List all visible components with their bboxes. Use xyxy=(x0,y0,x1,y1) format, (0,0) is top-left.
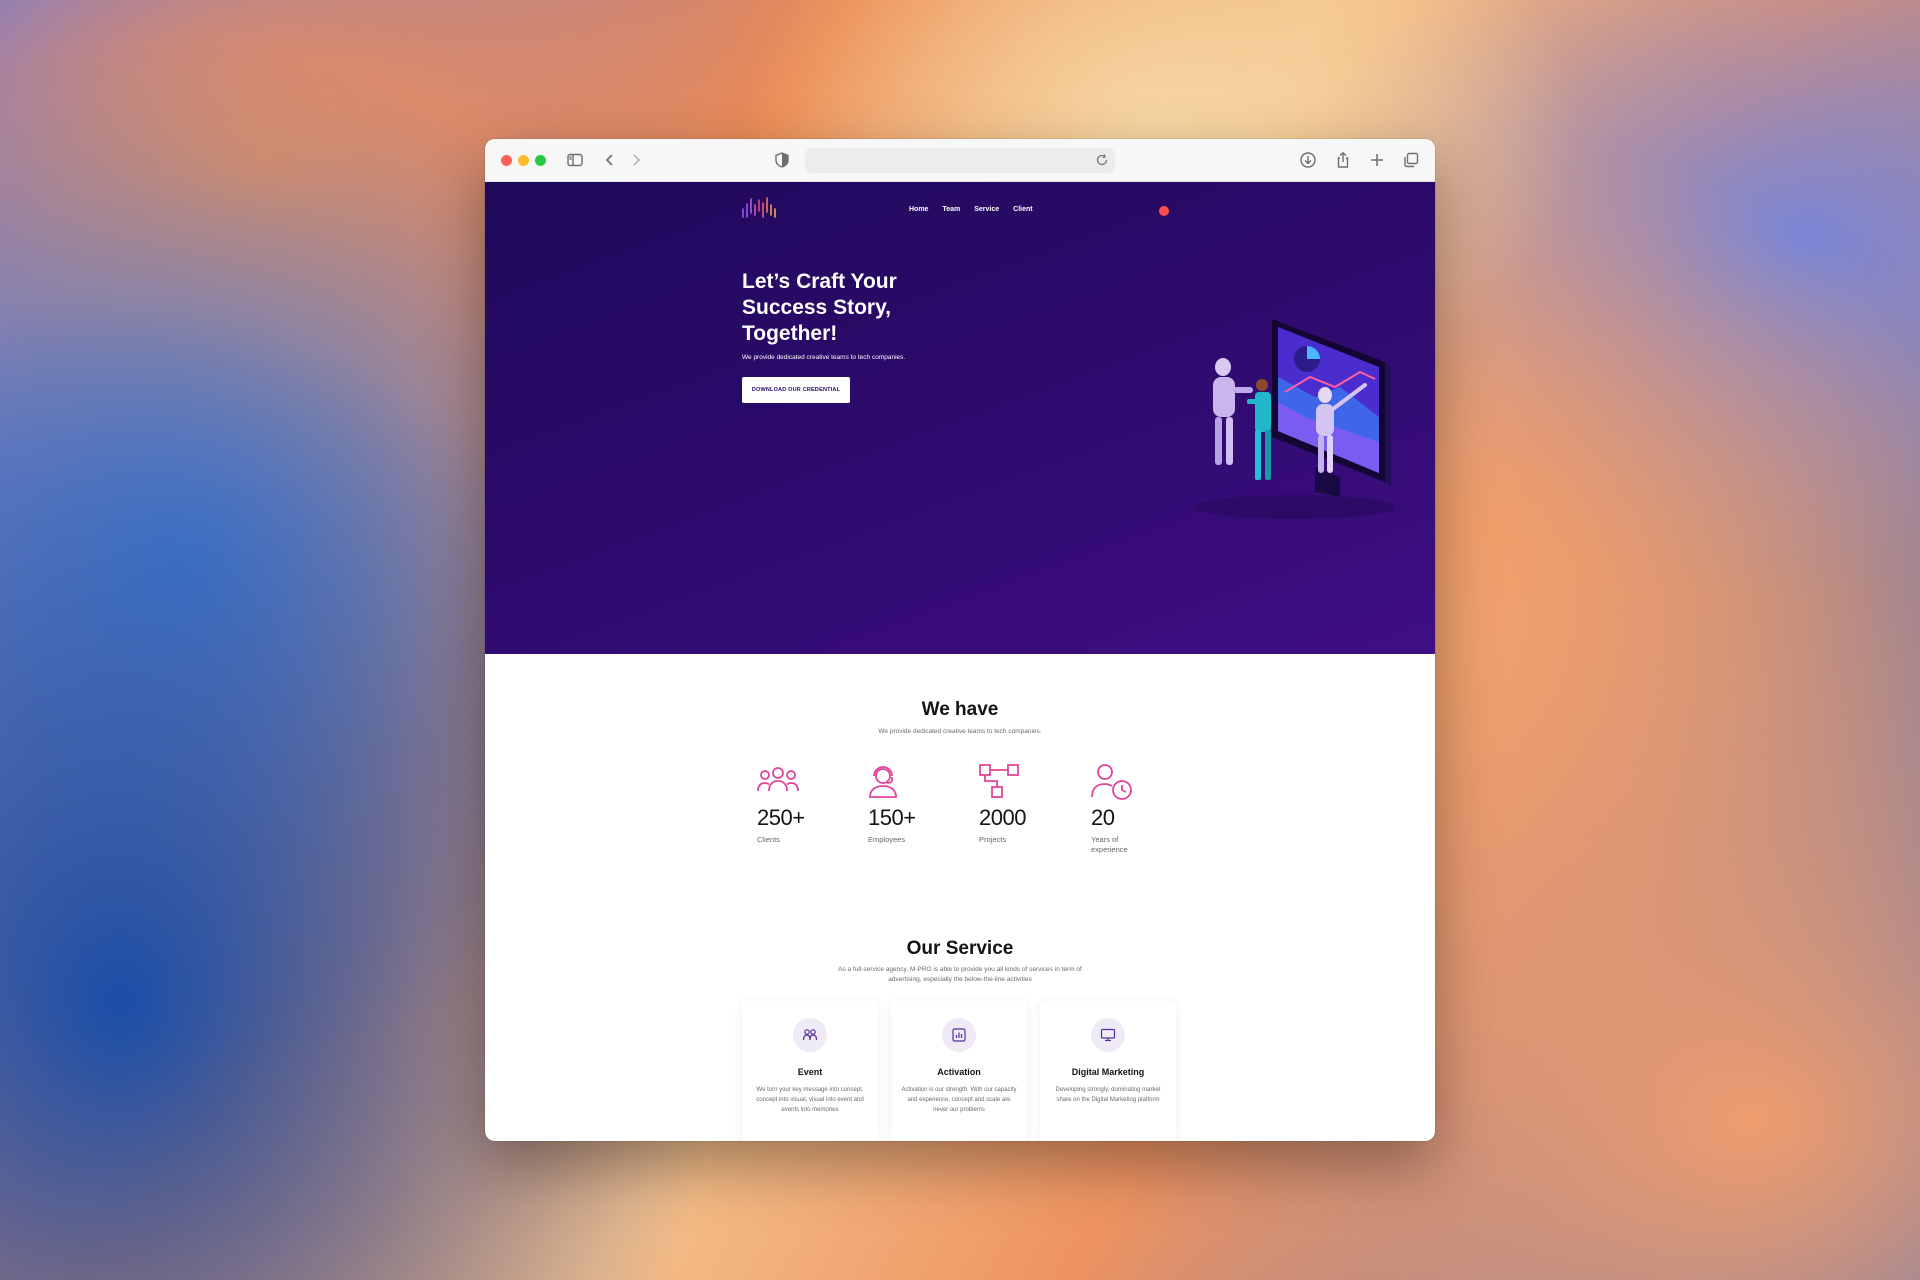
service-card-event[interactable]: Event We turn your key message into conc… xyxy=(742,1001,878,1141)
service-event-title: Event xyxy=(797,1067,823,1077)
address-bar[interactable] xyxy=(805,148,1115,173)
service-digital-desc: Developing strongly, dominating market s… xyxy=(1055,1087,1161,1103)
close-window-button[interactable] xyxy=(501,155,512,166)
site-logo[interactable] xyxy=(739,195,779,225)
stat-employees-label: Employees xyxy=(868,835,906,844)
people-icon xyxy=(802,1029,818,1041)
minimize-window-button[interactable] xyxy=(518,155,529,166)
stat-employees-value: 150+ xyxy=(868,805,916,830)
share-icon[interactable] xyxy=(1333,150,1353,170)
reload-icon[interactable] xyxy=(1094,152,1110,168)
service-activation-badge xyxy=(942,1018,976,1052)
download-credential-button[interactable]: DOWNLOAD OUR CREDENTIAL xyxy=(742,377,850,403)
forward-icon[interactable] xyxy=(626,150,646,170)
sidebar-icon[interactable] xyxy=(565,150,585,170)
service-digital-title: Digital Marketing xyxy=(1071,1067,1145,1077)
stat-clients-value: 250+ xyxy=(757,805,805,830)
person-illustration xyxy=(1247,379,1271,480)
hero-section: Home Team Service Client Let’s Craft You… xyxy=(485,182,1435,654)
services-subtitle-line1: As a full-service agency, M-PRO is able … xyxy=(838,966,1082,973)
nav-service[interactable]: Service xyxy=(974,206,999,213)
services-subtitle-line2: advertising, especially the below-the-li… xyxy=(888,976,1032,983)
stat-employees: 150+ Employees xyxy=(868,764,958,845)
download-icon[interactable] xyxy=(1298,150,1318,170)
stat-experience: 20 Years of experience xyxy=(1091,764,1181,855)
service-card-digital-marketing[interactable]: Digital Marketing Developing strongly, d… xyxy=(1040,1001,1176,1141)
stat-projects-label: Projects xyxy=(979,835,1007,844)
stat-clients: 250+ Clients xyxy=(757,764,847,845)
headset-user-icon xyxy=(869,766,897,798)
monitor-icon xyxy=(1100,1028,1116,1042)
group-icon xyxy=(757,767,799,792)
browser-window: Home Team Service Client Let’s Craft You… xyxy=(485,139,1435,1141)
robot-left-illustration xyxy=(1213,358,1253,465)
stat-experience-label: Years of experience xyxy=(1091,835,1128,854)
tabs-overview-icon[interactable] xyxy=(1401,150,1421,170)
main-nav: Home Team Service Client xyxy=(909,206,1033,213)
hero-subtitle: We provide dedicated creative teams to t… xyxy=(742,354,906,361)
hero-illustration xyxy=(1195,319,1395,519)
workflow-icon xyxy=(979,764,1019,798)
user-clock-icon xyxy=(1091,764,1132,800)
bar-chart-icon xyxy=(952,1028,966,1042)
we-have-subtitle: We provide dedicated creative teams to t… xyxy=(878,728,1042,735)
shield-icon[interactable] xyxy=(772,150,792,170)
service-event-desc: We turn your key message into concept, c… xyxy=(756,1087,864,1113)
new-tab-icon[interactable] xyxy=(1367,150,1387,170)
zoom-window-button[interactable] xyxy=(535,155,546,166)
service-card-activation[interactable]: Activation Activation is our strength. W… xyxy=(891,1001,1027,1141)
stat-projects: 2000 Projects xyxy=(979,764,1069,845)
service-activation-desc: Activation is our strength. With our cap… xyxy=(901,1087,1017,1113)
notification-dot[interactable] xyxy=(1159,206,1169,216)
back-icon[interactable] xyxy=(600,150,620,170)
service-event-badge xyxy=(793,1018,827,1052)
stat-projects-value: 2000 xyxy=(979,805,1026,830)
nav-client[interactable]: Client xyxy=(1013,206,1032,213)
hero-title: Let’s Craft Your Success Story, Together… xyxy=(742,270,897,345)
browser-toolbar xyxy=(485,139,1435,182)
services-title: Our Service xyxy=(906,938,1014,959)
nav-team[interactable]: Team xyxy=(942,206,960,213)
stat-experience-value: 20 xyxy=(1091,805,1115,830)
service-digital-badge xyxy=(1091,1018,1125,1052)
service-activation-title: Activation xyxy=(937,1067,981,1077)
nav-home[interactable]: Home xyxy=(909,206,928,213)
stat-clients-label: Clients xyxy=(757,835,780,844)
we-have-title: We have xyxy=(921,699,999,720)
